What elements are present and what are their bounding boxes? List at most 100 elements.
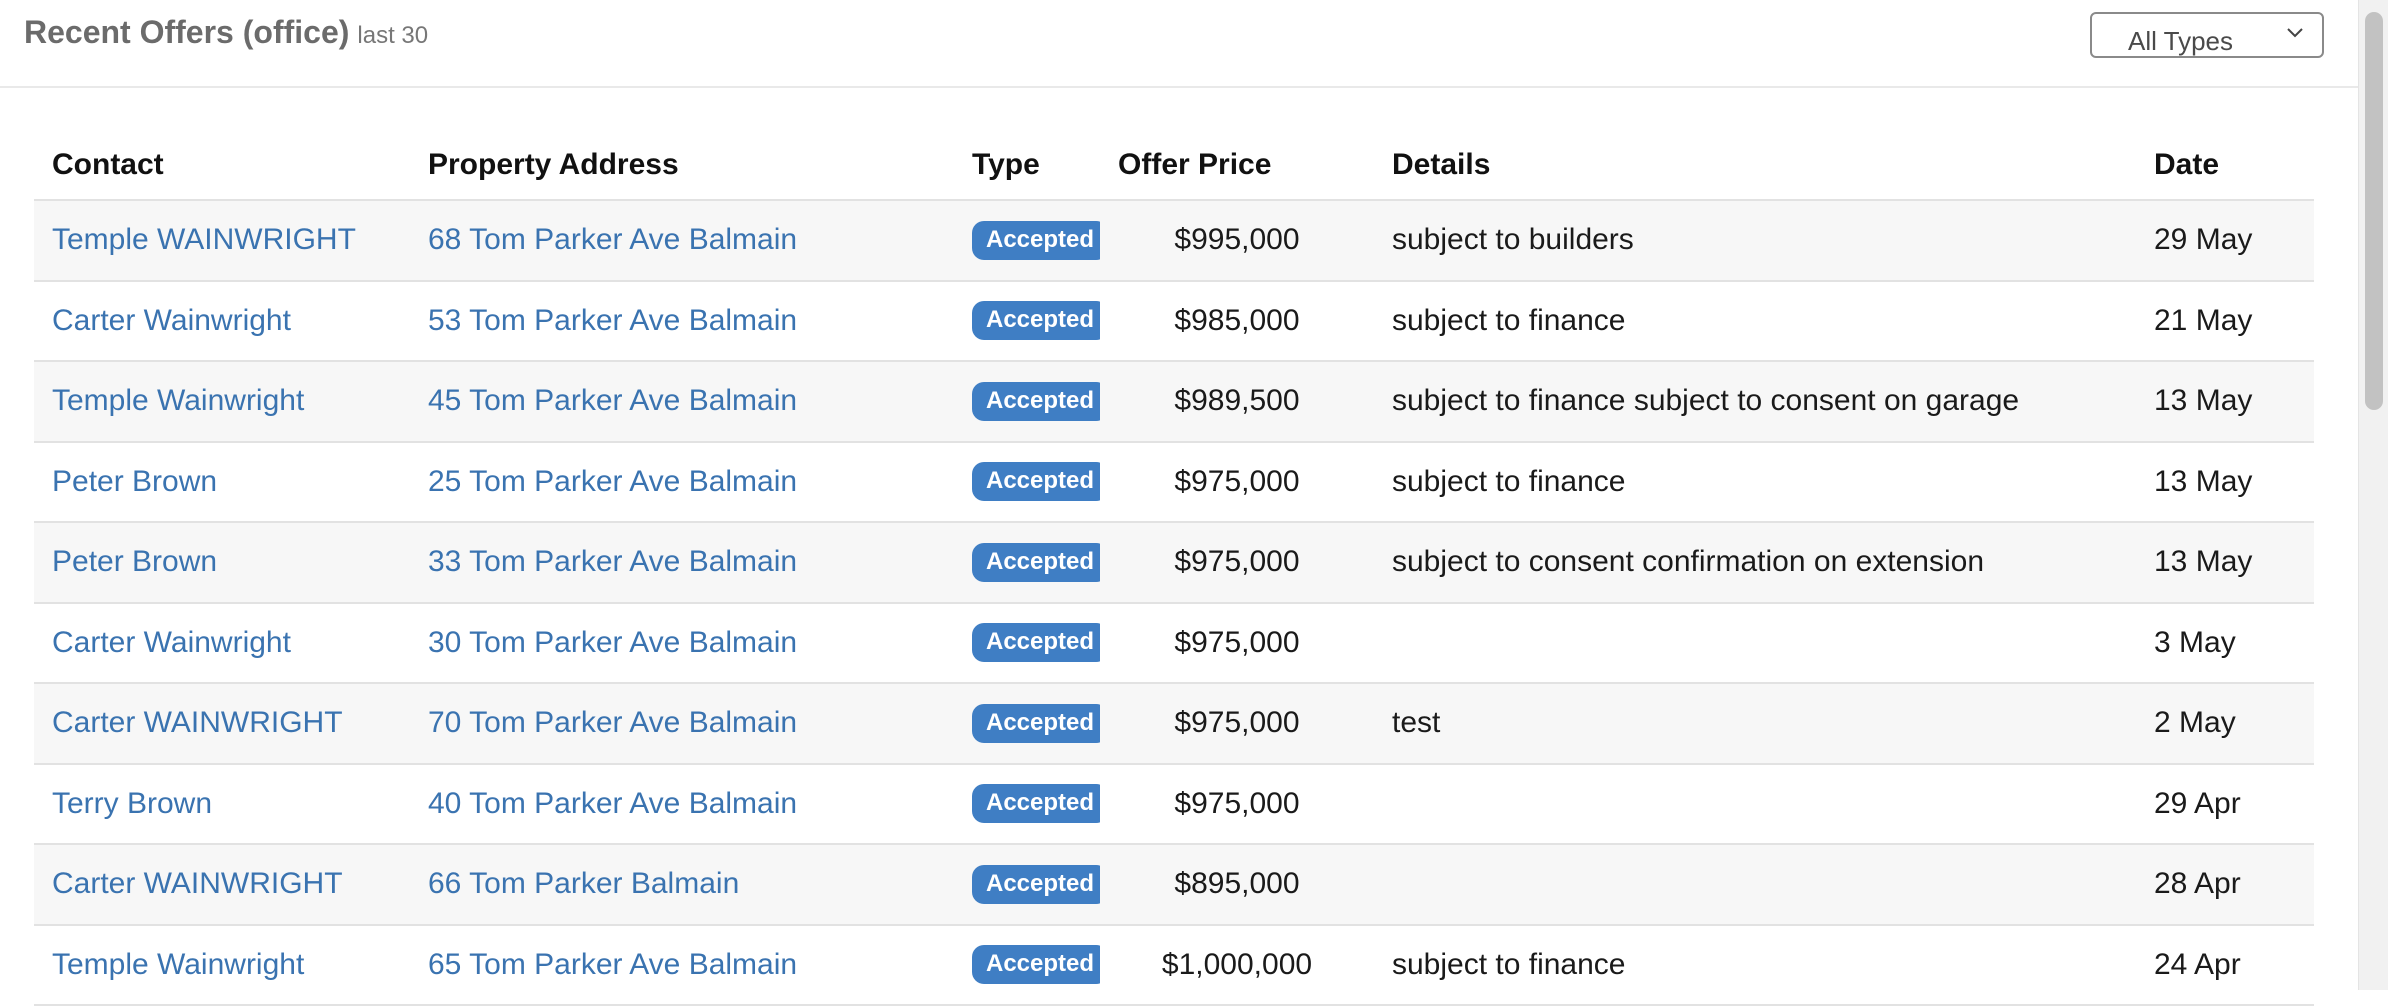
recent-offers-panel: Recent Offers (office) last 30 All Types … xyxy=(0,0,2358,1006)
vertical-scrollbar[interactable] xyxy=(2358,0,2388,990)
chevron-down-icon xyxy=(2287,28,2303,38)
address-cell: 40 Tom Parker Ave Balmain xyxy=(410,763,954,845)
offer-type-cell: Accepted xyxy=(954,844,1100,926)
table-row: Terry Brown 40 Tom Parker Ave Balmain Acce… xyxy=(34,763,2314,845)
contact-link[interactable]: Carter Wainwright xyxy=(52,304,291,337)
offer-type-cell: Accepted xyxy=(954,200,1100,282)
offer-date: 13 May xyxy=(2136,522,2314,604)
offer-date: 21 May xyxy=(2136,280,2314,362)
status-badge: Accepted xyxy=(972,542,1100,582)
type-filter-select[interactable]: All Types xyxy=(2090,12,2324,58)
property-address-link[interactable]: 25 Tom Parker Ave Balmain xyxy=(428,465,797,498)
contact-cell: Temple Wainwright xyxy=(34,361,410,443)
property-address-link[interactable]: 33 Tom Parker Ave Balmain xyxy=(428,545,797,578)
status-badge: Accepted xyxy=(972,381,1100,421)
property-address-link[interactable]: 40 Tom Parker Ave Balmain xyxy=(428,787,797,820)
table-row: Temple Wainwright 65 Tom Parker Ave Balma… xyxy=(34,924,2314,1006)
contact-cell: Temple Wainwright xyxy=(34,924,410,1006)
offer-details xyxy=(1374,844,2136,926)
property-address-link[interactable]: 53 Tom Parker Ave Balmain xyxy=(428,304,797,337)
contact-link[interactable]: Carter Wainwright xyxy=(52,626,291,659)
offers-table: Contact Property Address Type Offer Pric… xyxy=(34,130,2314,1006)
table-row: Carter WAINWRIGHT 70 Tom Parker Ave Balma… xyxy=(34,683,2314,765)
offer-type-cell: Accepted xyxy=(954,361,1100,443)
contact-link[interactable]: Peter Brown xyxy=(52,545,217,578)
table-row: Temple Wainwright 45 Tom Parker Ave Balma… xyxy=(34,361,2314,443)
offer-price: $1,000,000 xyxy=(1100,924,1374,1006)
column-header-contact[interactable]: Contact xyxy=(34,130,410,201)
panel-title-text: Recent Offers (office) xyxy=(24,14,350,50)
scrollbar-thumb[interactable] xyxy=(2365,12,2383,410)
status-badge: Accepted xyxy=(972,703,1100,743)
property-address-link[interactable]: 66 Tom Parker Balmain xyxy=(428,867,739,900)
property-address-link[interactable]: 65 Tom Parker Ave Balmain xyxy=(428,948,797,981)
contact-cell: Carter WAINWRIGHT xyxy=(34,844,410,926)
offer-details xyxy=(1374,602,2136,684)
offer-details: test xyxy=(1374,683,2136,765)
offer-type-cell: Accepted xyxy=(954,280,1100,362)
status-badge: Accepted xyxy=(972,462,1100,502)
address-cell: 70 Tom Parker Ave Balmain xyxy=(410,683,954,765)
offer-date: 13 May xyxy=(2136,361,2314,443)
offer-price: $989,500 xyxy=(1100,361,1374,443)
offer-details xyxy=(1374,763,2136,845)
column-header-address[interactable]: Property Address xyxy=(410,130,954,201)
status-badge: Accepted xyxy=(972,945,1100,985)
table-row: Peter Brown 33 Tom Parker Ave Balmain Acce… xyxy=(34,522,2314,604)
offer-date: 24 Apr xyxy=(2136,924,2314,1006)
status-badge: Accepted xyxy=(972,864,1100,904)
contact-link[interactable]: Temple WAINWRIGHT xyxy=(52,223,356,256)
address-cell: 65 Tom Parker Ave Balmain xyxy=(410,924,954,1006)
offer-details: subject to finance xyxy=(1374,441,2136,523)
status-badge: Accepted xyxy=(972,220,1100,260)
offer-date: 29 Apr xyxy=(2136,763,2314,845)
offer-date: 3 May xyxy=(2136,602,2314,684)
offer-price: $985,000 xyxy=(1100,280,1374,362)
status-badge: Accepted xyxy=(972,301,1100,341)
property-address-link[interactable]: 45 Tom Parker Ave Balmain xyxy=(428,384,797,417)
property-address-link[interactable]: 70 Tom Parker Ave Balmain xyxy=(428,706,797,739)
contact-link[interactable]: Peter Brown xyxy=(52,465,217,498)
table-row: Carter WAINWRIGHT 66 Tom Parker Balmain Ac… xyxy=(34,844,2314,926)
offer-price: $975,000 xyxy=(1100,441,1374,523)
address-cell: 66 Tom Parker Balmain xyxy=(410,844,954,926)
contact-link[interactable]: Terry Brown xyxy=(52,787,212,820)
offer-price: $895,000 xyxy=(1100,844,1374,926)
panel-subtitle: last 30 xyxy=(357,22,429,49)
address-cell: 33 Tom Parker Ave Balmain xyxy=(410,522,954,604)
column-header-details[interactable]: Details xyxy=(1374,130,2136,201)
offer-date: 2 May xyxy=(2136,683,2314,765)
offer-price: $975,000 xyxy=(1100,602,1374,684)
table-row: Peter Brown 25 Tom Parker Ave Balmain Acce… xyxy=(34,441,2314,523)
offer-type-cell: Accepted xyxy=(954,683,1100,765)
offer-details: subject to finance xyxy=(1374,924,2136,1006)
type-filter-value: All Types xyxy=(2128,26,2234,56)
contact-cell: Temple WAINWRIGHT xyxy=(34,200,410,282)
contact-link[interactable]: Carter WAINWRIGHT xyxy=(52,867,343,900)
address-cell: 45 Tom Parker Ave Balmain xyxy=(410,361,954,443)
offer-details: subject to finance xyxy=(1374,280,2136,362)
column-header-price[interactable]: Offer Price xyxy=(1100,130,1374,201)
table-row: Carter Wainwright 30 Tom Parker Ave Balma… xyxy=(34,602,2314,684)
property-address-link[interactable]: 68 Tom Parker Ave Balmain xyxy=(428,223,797,256)
contact-link[interactable]: Carter WAINWRIGHT xyxy=(52,706,343,739)
contact-link[interactable]: Temple Wainwright xyxy=(52,948,304,981)
contact-link[interactable]: Temple Wainwright xyxy=(52,384,304,417)
column-header-date[interactable]: Date xyxy=(2136,130,2314,201)
offer-type-cell: Accepted xyxy=(954,602,1100,684)
offer-type-cell: Accepted xyxy=(954,924,1100,1006)
status-badge: Accepted xyxy=(972,623,1100,663)
contact-cell: Carter Wainwright xyxy=(34,602,410,684)
address-cell: 68 Tom Parker Ave Balmain xyxy=(410,200,954,282)
address-cell: 30 Tom Parker Ave Balmain xyxy=(410,602,954,684)
offer-details: subject to finance subject to consent on… xyxy=(1374,361,2136,443)
offer-details: subject to builders xyxy=(1374,200,2136,282)
offer-price: $975,000 xyxy=(1100,763,1374,845)
column-header-type[interactable]: Type xyxy=(954,130,1100,201)
table-header-row: Contact Property Address Type Offer Pric… xyxy=(34,130,2314,201)
property-address-link[interactable]: 30 Tom Parker Ave Balmain xyxy=(428,626,797,659)
offer-price: $975,000 xyxy=(1100,522,1374,604)
table-row: Carter Wainwright 53 Tom Parker Ave Balma… xyxy=(34,280,2314,362)
offer-type-cell: Accepted xyxy=(954,522,1100,604)
offers-table-container: Contact Property Address Type Offer Pric… xyxy=(34,130,2314,1006)
